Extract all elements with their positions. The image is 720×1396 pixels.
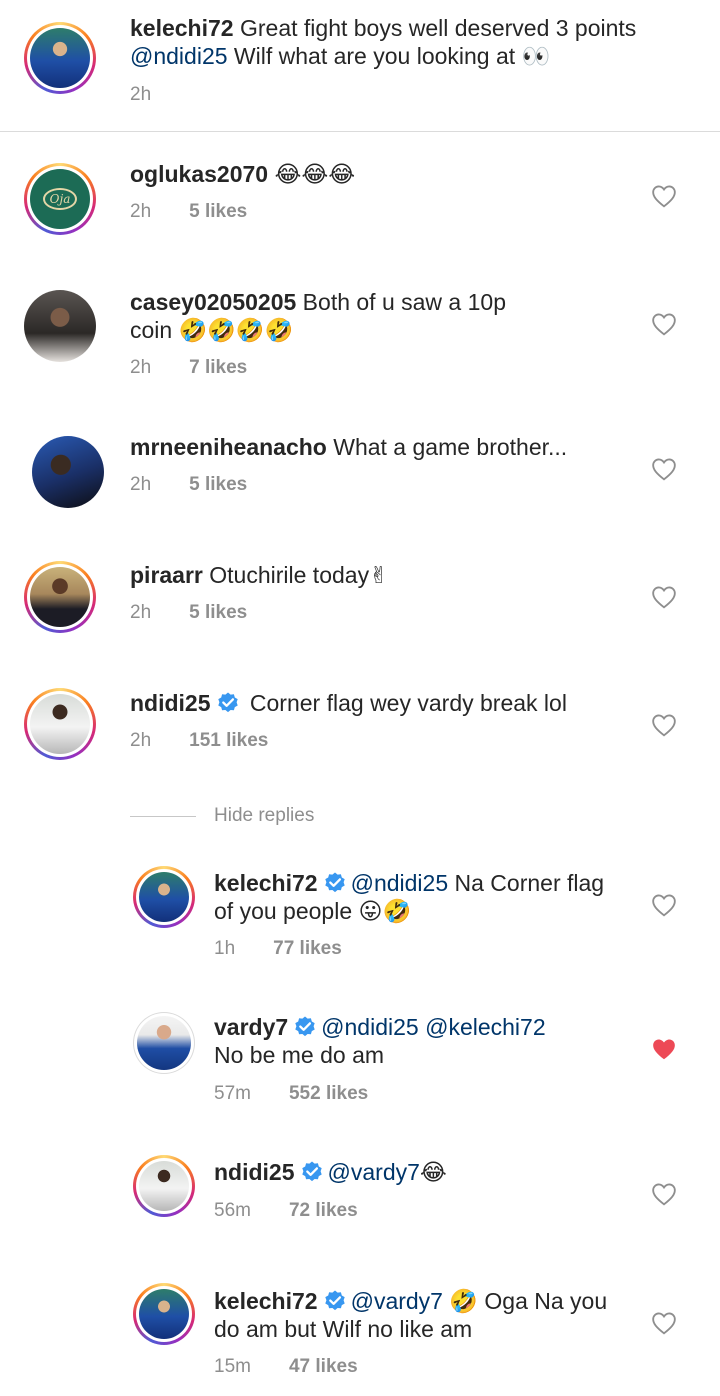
victory-hand-icon: ✌ [369,563,389,589]
comment-meta: 2h 151 likes [130,730,268,752]
reply-likes[interactable]: 552 likes [289,1083,368,1104]
reply-time: 15m [214,1356,251,1377]
reply-text-line-1: ndidi25 @vardy7😂 [214,1158,447,1187]
avatar-piraarr[interactable] [24,561,96,633]
avatar-vardy7[interactable] [133,1012,195,1074]
reply-username[interactable]: kelechi72 [214,870,318,896]
comment-username[interactable]: mrneeniheanacho [130,434,327,460]
reply-text-line-1: kelechi72 @vardy7 🤣 Oga Na you [214,1288,608,1315]
caption-text-2: Wilf what are you looking at [227,43,516,69]
comment-text-line-2: coin 🤣🤣🤣🤣 [130,317,294,344]
reply-meta: 56m 72 likes [214,1200,358,1222]
comment-username[interactable]: piraarr [130,562,203,588]
caption-line-2: @ndidi25 Wilf what are you looking at 👀 [130,42,550,71]
comment-likes[interactable]: 5 likes [189,201,247,222]
reply-username[interactable]: vardy7 [214,1014,288,1040]
hide-replies-line [130,816,196,817]
heart-icon[interactable] [651,585,677,609]
reply-text-line-2: of you people 😛🤣 [214,898,412,925]
comment-meta: 2h 7 likes [130,357,247,379]
reply-username[interactable]: ndidi25 [214,1159,295,1185]
comment-username[interactable]: ndidi25 [130,690,211,716]
comment-text: oglukas2070 😂😂😂 [130,160,355,189]
heart-icon[interactable] [651,893,677,917]
verified-badge-icon [300,1160,324,1184]
caption-mention[interactable]: @ndidi25 [130,43,228,69]
reply-mention[interactable]: @vardy7 [351,1288,443,1314]
reply-time: 56m [214,1200,251,1221]
reply-text-line-1: kelechi72 @ndidi25 Na Corner flag [214,870,605,896]
reply-text-line-1: vardy7 @ndidi25 @kelechi72 [214,1013,546,1041]
verified-badge-icon [323,871,347,895]
reply-text-line-2: No be me do am [214,1042,385,1068]
comment-time: 2h [130,201,152,222]
reply-likes[interactable]: 47 likes [289,1356,358,1377]
heart-icon[interactable] [651,713,677,737]
post-caption: kelechi72 Great fight boys well deserved… [0,0,720,132]
reply-meta: 57m 552 likes [214,1083,368,1105]
comment-meta: 2h 5 likes [130,474,247,496]
verified-badge-icon [323,1289,347,1313]
eyes-icon: 👀 [521,44,551,70]
reply-mention[interactable]: @ndidi25 [351,870,449,896]
heart-icon[interactable] [651,1311,677,1335]
hide-replies-button[interactable]: Hide replies [214,805,314,827]
comment-meta: 2h 5 likes [130,602,247,624]
reply-mention[interactable]: @ndidi25 [321,1014,419,1040]
heart-icon[interactable] [651,457,677,481]
laughing-emoji-icon: 😂 [419,1160,447,1186]
avatar-mrneeniheanacho[interactable] [32,436,104,508]
reply-username[interactable]: kelechi72 [214,1288,318,1314]
comment-username[interactable]: casey02050205 [130,289,296,315]
tongue-rofl-emoji-icon: 😛🤣 [358,899,412,925]
comment-likes[interactable]: 5 likes [189,602,247,623]
verified-badge-icon [216,691,240,715]
caption-time: 2h [130,84,152,105]
avatar-oglukas2070[interactable]: Oja [24,163,96,235]
reply-likes[interactable]: 72 likes [289,1200,358,1221]
laughing-emoji-icon: 😂😂😂 [274,162,356,188]
avatar-kelechi72[interactable] [24,22,96,94]
rofl-emoji-icon: 🤣 [449,1289,479,1315]
avatar-ndidi25[interactable] [133,1155,195,1217]
caption-divider [0,131,720,132]
comment-time: 2h [130,730,152,751]
reply-likes[interactable]: 77 likes [273,938,342,959]
comment-username[interactable]: oglukas2070 [130,161,268,187]
comment-time: 2h [130,474,152,495]
avatar-kelechi72[interactable] [133,866,195,928]
reply-time: 57m [214,1083,251,1104]
reply-meta: 15m 47 likes [214,1356,358,1378]
caption-username[interactable]: kelechi72 [130,15,234,41]
comment-text: mrneeniheanacho What a game brother... [130,434,568,460]
reply-time: 1h [214,938,236,959]
reply-meta: 1h 77 likes [214,938,342,960]
comment-text-line-1: casey02050205 Both of u saw a 10p [130,289,506,315]
comment-likes[interactable]: 151 likes [189,730,268,751]
heart-icon[interactable] [651,312,677,336]
comment-meta: 2h 5 likes [130,201,247,223]
avatar-kelechi72[interactable] [133,1283,195,1345]
comment-time: 2h [130,602,152,623]
comment-text: ndidi25 Corner flag wey vardy break lol [130,690,567,716]
reply-text-line-2: do am but Wilf no like am [214,1316,473,1342]
comment-text: piraarr Otuchirile today✌ [130,562,389,589]
reply-mention-2[interactable]: @kelechi72 [425,1014,546,1040]
caption-text-1: Great fight boys well deserved 3 points [233,15,637,41]
comment-likes[interactable]: 5 likes [189,474,247,495]
avatar-casey02050205[interactable] [24,290,96,362]
heart-icon[interactable] [651,184,677,208]
verified-badge-icon [293,1015,317,1039]
heart-liked-icon[interactable] [651,1037,677,1061]
comment-likes[interactable]: 7 likes [189,357,247,378]
comment-time: 2h [130,357,152,378]
heart-icon[interactable] [651,1182,677,1206]
reply-mention[interactable]: @vardy7 [328,1159,420,1185]
avatar-ndidi25[interactable] [24,688,96,760]
rofl-emoji-icon: 🤣🤣🤣🤣 [178,318,294,344]
caption-line-1: kelechi72 Great fight boys well deserved… [130,14,636,42]
